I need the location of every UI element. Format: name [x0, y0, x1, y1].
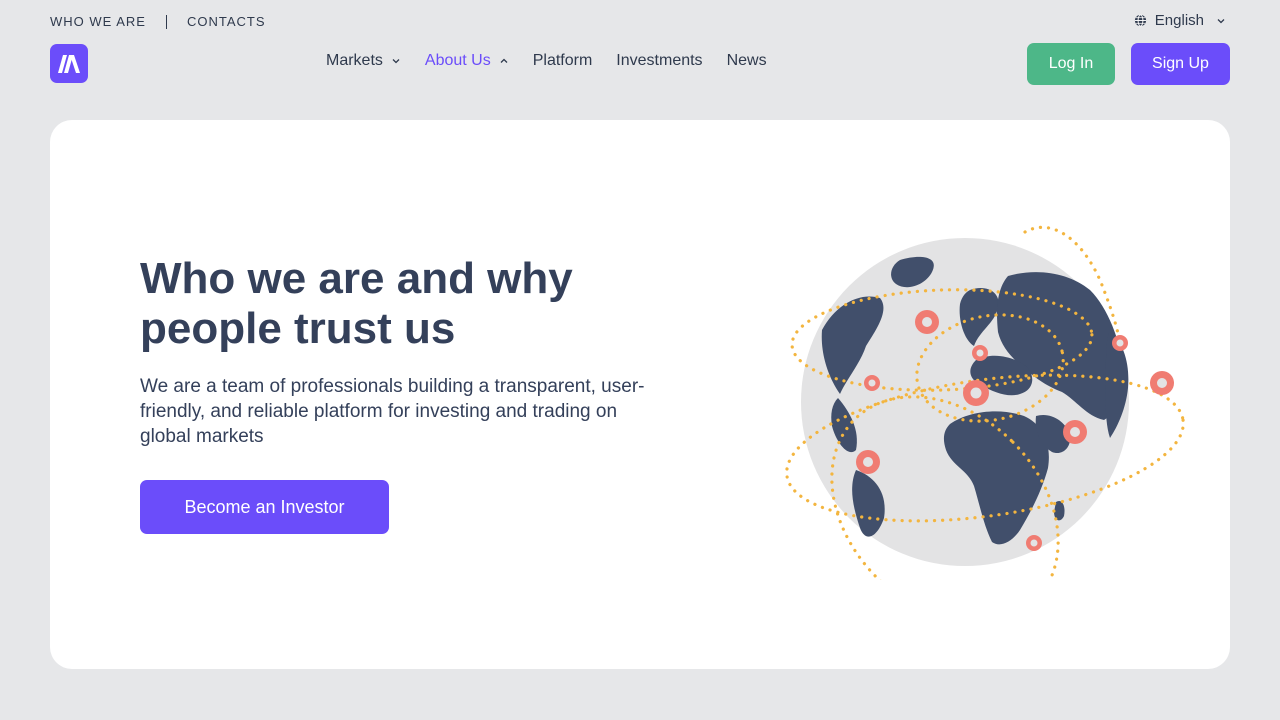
- top-utility-bar: WHO WE ARE CONTACTS: [50, 14, 266, 29]
- nav-item-label: Platform: [532, 52, 593, 69]
- language-selector[interactable]: English: [1134, 12, 1226, 29]
- nav-item-markets[interactable]: Markets: [326, 52, 401, 70]
- signup-button[interactable]: Sign Up: [1131, 43, 1230, 85]
- nav-item-news[interactable]: News: [727, 52, 767, 70]
- nav-item-investments[interactable]: Investments: [616, 52, 702, 70]
- chevron-down-icon: [392, 59, 400, 64]
- nav-item-label: About Us: [424, 52, 491, 69]
- nav-item-label: Markets: [326, 52, 383, 69]
- hero-card: Who we are and why people trust us We ar…: [50, 120, 1230, 669]
- topbar-divider: [165, 14, 167, 29]
- chevron-down-icon: [1217, 18, 1225, 23]
- language-label: English: [1154, 12, 1204, 29]
- globe-icon: [1134, 14, 1146, 27]
- hero-subtitle: We are a team of professionals building …: [140, 376, 645, 447]
- nav-item-label: Investments: [616, 52, 703, 69]
- hero-title: Who we are and why people trust us: [140, 254, 573, 353]
- login-button[interactable]: Log In: [1027, 43, 1115, 85]
- brand-logo[interactable]: [50, 44, 88, 83]
- main-navigation: Markets About Us Platform Investments Ne…: [326, 52, 767, 70]
- contacts-link[interactable]: CONTACTS: [187, 14, 266, 29]
- logo-mark-icon: [58, 55, 80, 73]
- who-we-are-link[interactable]: WHO WE ARE: [50, 14, 146, 29]
- become-investor-button[interactable]: Become an Investor: [140, 480, 389, 534]
- nav-item-label: News: [726, 52, 767, 69]
- chevron-up-icon: [500, 58, 508, 63]
- globe-illustration: [785, 225, 1185, 580]
- nav-item-platform[interactable]: Platform: [533, 52, 593, 70]
- nav-item-about-us[interactable]: About Us: [425, 52, 509, 70]
